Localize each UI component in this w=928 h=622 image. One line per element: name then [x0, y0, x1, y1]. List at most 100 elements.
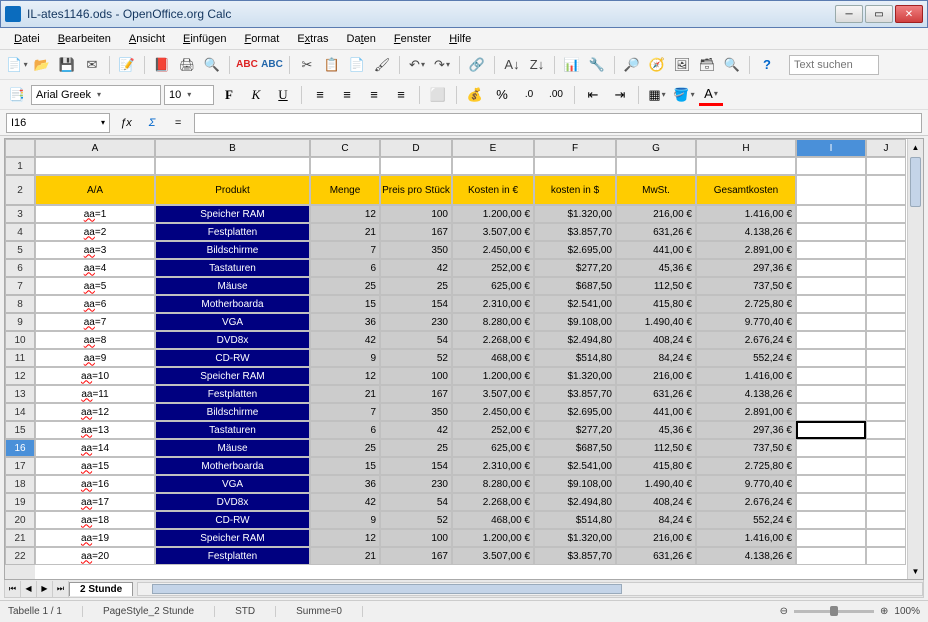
- cell[interactable]: $514,80: [534, 349, 616, 367]
- cell[interactable]: 408,24 €: [616, 493, 696, 511]
- cell[interactable]: [866, 403, 906, 421]
- cell[interactable]: [796, 241, 866, 259]
- cell[interactable]: $3.857,70: [534, 385, 616, 403]
- menu-daten[interactable]: Daten: [339, 31, 384, 47]
- email-button[interactable]: ✉: [81, 54, 103, 76]
- vscroll-thumb[interactable]: [910, 157, 921, 207]
- cell[interactable]: 9: [310, 511, 380, 529]
- col-header-I[interactable]: I: [796, 139, 866, 157]
- cell[interactable]: 297,36 €: [696, 259, 796, 277]
- cell[interactable]: [796, 511, 866, 529]
- cell[interactable]: 25: [310, 277, 380, 295]
- cell[interactable]: Festplatten: [155, 385, 310, 403]
- cell[interactable]: $2.695,00: [534, 241, 616, 259]
- row-header-18[interactable]: 18: [5, 475, 35, 493]
- cell[interactable]: 84,24 €: [616, 511, 696, 529]
- cell[interactable]: $2.541,00: [534, 295, 616, 313]
- cell[interactable]: 230: [380, 475, 452, 493]
- cell[interactable]: 9.770,40 €: [696, 475, 796, 493]
- row-header-17[interactable]: 17: [5, 457, 35, 475]
- cell[interactable]: 737,50 €: [696, 439, 796, 457]
- cell[interactable]: [796, 421, 866, 439]
- cell[interactable]: 112,50 €: [616, 277, 696, 295]
- percent-button[interactable]: %: [490, 84, 514, 106]
- maximize-button[interactable]: ▭: [865, 5, 893, 23]
- cell[interactable]: Festplatten: [155, 547, 310, 565]
- align-right-button[interactable]: ≡: [362, 84, 386, 106]
- cell[interactable]: 625,00 €: [452, 439, 534, 457]
- cell[interactable]: 6: [310, 421, 380, 439]
- cell[interactable]: [866, 529, 906, 547]
- cell[interactable]: 45,36 €: [616, 421, 696, 439]
- cell[interactable]: [866, 223, 906, 241]
- cell[interactable]: 4.138,26 €: [696, 547, 796, 565]
- cell[interactable]: aa=10: [35, 367, 155, 385]
- cell[interactable]: 167: [380, 223, 452, 241]
- cell[interactable]: 54: [380, 493, 452, 511]
- cell[interactable]: 36: [310, 475, 380, 493]
- cell[interactable]: [866, 205, 906, 223]
- merge-cells-button[interactable]: ⬜: [426, 84, 450, 106]
- cell[interactable]: 252,00 €: [452, 421, 534, 439]
- cell[interactable]: [155, 157, 310, 175]
- font-name-combo[interactable]: Arial Greek▾: [31, 85, 161, 105]
- row-header-7[interactable]: 7: [5, 277, 35, 295]
- cell[interactable]: 1.200,00 €: [452, 205, 534, 223]
- cell[interactable]: [696, 157, 796, 175]
- cell[interactable]: aa=18: [35, 511, 155, 529]
- header-cell[interactable]: [796, 175, 866, 205]
- cell[interactable]: 415,80 €: [616, 457, 696, 475]
- cut-button[interactable]: ✂: [296, 54, 318, 76]
- cell[interactable]: 252,00 €: [452, 259, 534, 277]
- select-all-corner[interactable]: [5, 139, 35, 157]
- cell[interactable]: 350: [380, 241, 452, 259]
- hyperlink-button[interactable]: 🔗: [466, 54, 488, 76]
- sum-indicator[interactable]: Summe=0: [296, 606, 363, 617]
- cell[interactable]: $3.857,70: [534, 223, 616, 241]
- tab-first-button[interactable]: ⏮: [5, 581, 21, 597]
- cell[interactable]: 2.676,24 €: [696, 331, 796, 349]
- cell[interactable]: 7: [310, 403, 380, 421]
- align-center-button[interactable]: ≡: [335, 84, 359, 106]
- cell[interactable]: 1.490,40 €: [616, 313, 696, 331]
- cell[interactable]: 154: [380, 457, 452, 475]
- cell[interactable]: $277,20: [534, 421, 616, 439]
- navigator-button[interactable]: 🧭: [646, 54, 668, 76]
- currency-button[interactable]: 💰: [463, 84, 487, 106]
- cell[interactable]: 1.416,00 €: [696, 205, 796, 223]
- cell[interactable]: [866, 349, 906, 367]
- insert-mode[interactable]: STD: [235, 606, 276, 617]
- cell[interactable]: $1.320,00: [534, 367, 616, 385]
- cell[interactable]: $514,80: [534, 511, 616, 529]
- header-cell[interactable]: Gesamtkosten: [696, 175, 796, 205]
- cell[interactable]: 552,24 €: [696, 511, 796, 529]
- cell[interactable]: 631,26 €: [616, 547, 696, 565]
- row-header-8[interactable]: 8: [5, 295, 35, 313]
- cell[interactable]: 408,24 €: [616, 331, 696, 349]
- row-header-13[interactable]: 13: [5, 385, 35, 403]
- cell[interactable]: 552,24 €: [696, 349, 796, 367]
- cell[interactable]: aa=7: [35, 313, 155, 331]
- menu-format[interactable]: Format: [236, 31, 287, 47]
- menu-extras[interactable]: Extras: [289, 31, 336, 47]
- header-cell[interactable]: kosten in $: [534, 175, 616, 205]
- cell[interactable]: CD-RW: [155, 511, 310, 529]
- cell[interactable]: 631,26 €: [616, 385, 696, 403]
- sort-desc-button[interactable]: Z↓: [526, 54, 548, 76]
- cell[interactable]: 21: [310, 547, 380, 565]
- cell[interactable]: $2.541,00: [534, 457, 616, 475]
- header-cell[interactable]: Menge: [310, 175, 380, 205]
- hscroll-thumb[interactable]: [152, 584, 622, 594]
- cell[interactable]: 6: [310, 259, 380, 277]
- cell[interactable]: DVD8x: [155, 493, 310, 511]
- cell[interactable]: $1.320,00: [534, 205, 616, 223]
- cell[interactable]: Speicher RAM: [155, 205, 310, 223]
- cell[interactable]: CD-RW: [155, 349, 310, 367]
- bgcolor-button[interactable]: 🪣▾: [672, 84, 696, 106]
- cell[interactable]: 154: [380, 295, 452, 313]
- cell[interactable]: [866, 259, 906, 277]
- cell[interactable]: [796, 205, 866, 223]
- cell[interactable]: aa=3: [35, 241, 155, 259]
- name-box[interactable]: I16▾: [6, 113, 110, 133]
- cell[interactable]: 350: [380, 403, 452, 421]
